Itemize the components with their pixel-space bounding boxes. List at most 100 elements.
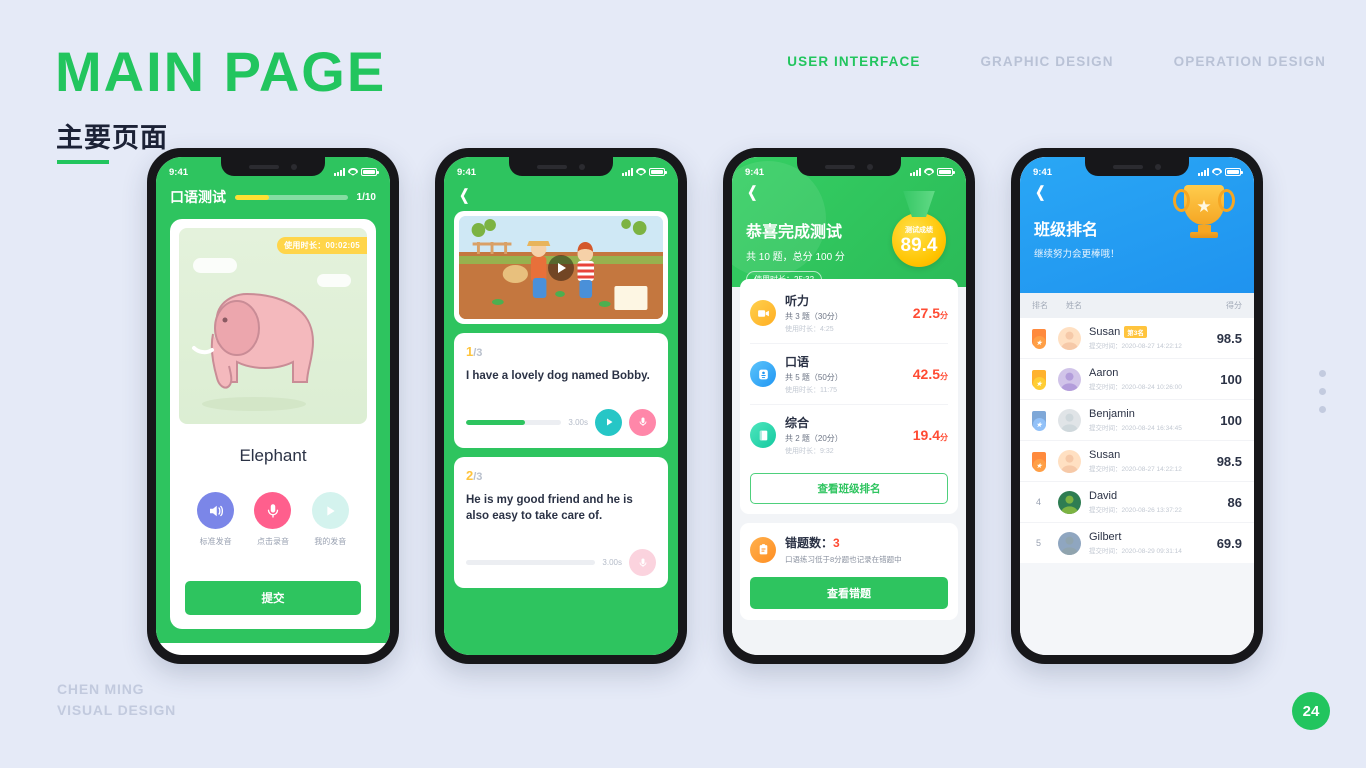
table-row[interactable]: ★ Susan 第3名 提交时间：2020-08-27 14:22:12 98.5 bbox=[1020, 318, 1254, 358]
dot-3[interactable] bbox=[1319, 406, 1326, 413]
wrong-note: 口语练习低于8分题也记录在错题中 bbox=[785, 555, 902, 564]
student-name: Susan 第3名 bbox=[1089, 326, 1217, 338]
medal-icon: ★ bbox=[1032, 452, 1046, 472]
play-icon[interactable] bbox=[311, 492, 349, 529]
progress-count: 1/10 bbox=[356, 191, 376, 203]
speaker-icon[interactable] bbox=[197, 492, 235, 529]
wifi-icon bbox=[924, 168, 934, 176]
submit-time: 提交时间：2020-08-24 16:34:45 bbox=[1089, 425, 1182, 432]
rank-cell: ★ bbox=[1032, 411, 1058, 431]
rank-number: 4 bbox=[1036, 497, 1042, 507]
status-time: 9:41 bbox=[457, 166, 477, 178]
dot-2[interactable] bbox=[1319, 388, 1326, 395]
table-row[interactable]: ★ Susan 提交时间：2020-08-27 14:22:12 98.5 bbox=[1020, 440, 1254, 481]
play-icon[interactable] bbox=[595, 408, 622, 436]
book-icon bbox=[750, 422, 776, 448]
nav-graphic-design[interactable]: GRAPHIC DESIGN bbox=[980, 54, 1113, 69]
chevron-left-icon[interactable]: ❮ bbox=[459, 186, 469, 204]
view-class-ranking-button[interactable]: 查看班级排名 bbox=[750, 473, 948, 504]
chevron-left-icon[interactable]: ❮ bbox=[1035, 183, 1045, 201]
back-button[interactable]: ❮ bbox=[454, 183, 668, 211]
score-medal: 测试成绩 89.4 bbox=[892, 191, 946, 267]
phone-notch bbox=[221, 157, 325, 176]
question-index: 2/3 bbox=[466, 467, 483, 483]
signal-icon bbox=[910, 168, 921, 176]
student-score: 100 bbox=[1220, 371, 1242, 387]
audio-progress-bar[interactable] bbox=[466, 419, 562, 425]
record-button[interactable]: 点击录音 bbox=[254, 492, 292, 547]
submit-button[interactable]: 提交 bbox=[185, 581, 361, 615]
avatar bbox=[1058, 408, 1081, 432]
speech-icon bbox=[750, 361, 776, 387]
screen-title: 口语测试 bbox=[170, 189, 226, 205]
section-name: 综合 bbox=[785, 416, 810, 430]
avatar bbox=[1058, 367, 1081, 391]
submit-time: 提交时间：2020-08-27 14:22:12 bbox=[1089, 343, 1182, 350]
section-score: 42.5分 bbox=[912, 366, 948, 382]
score-row-listening: 听力 共 3 题（30分） 使用时长：4:25 27.5分 bbox=[750, 283, 948, 343]
my-pronunciation-button[interactable]: 我的发音 bbox=[311, 492, 349, 547]
avatar bbox=[1058, 490, 1081, 514]
audio-progress-bar[interactable] bbox=[466, 560, 596, 566]
wrong-questions-card: 错题数：3 口语练习低于8分题也记录在错题中 查看错题 bbox=[740, 523, 958, 620]
view-wrong-questions-button[interactable]: 查看错题 bbox=[750, 577, 948, 609]
avatar bbox=[1058, 531, 1081, 555]
table-row[interactable]: 4 David 提交时间：2020-08-26 13:37:22 86 bbox=[1020, 481, 1254, 522]
trophy-icon: ★ bbox=[1173, 185, 1235, 238]
table-row[interactable]: ★ Benjamin 提交时间：2020-08-24 16:34:45 100 bbox=[1020, 399, 1254, 440]
ranking-list: ★ Susan 第3名 提交时间：2020-08-27 14:22:12 98.5 ★ Aa… bbox=[1020, 318, 1254, 563]
phone-notch bbox=[1085, 157, 1189, 176]
play-icon[interactable] bbox=[548, 254, 574, 281]
chevron-left-icon[interactable]: ❮ bbox=[747, 183, 757, 201]
score-row-speaking: 口语 共 5 题（50分） 使用时长：11:75 42.5分 bbox=[750, 343, 948, 404]
wifi-icon bbox=[636, 168, 646, 176]
dot-1[interactable] bbox=[1319, 370, 1326, 377]
slide-dots[interactable] bbox=[1319, 370, 1326, 413]
section-meta: 共 3 题（30分） bbox=[785, 312, 843, 321]
microphone-icon[interactable] bbox=[629, 408, 656, 436]
avatar bbox=[1058, 449, 1081, 473]
credit-role: VISUAL DESIGN bbox=[57, 702, 177, 719]
submit-time: 提交时间：2020-08-24 10:26:00 bbox=[1089, 384, 1182, 391]
wrong-count-label: 错题数：3 bbox=[785, 536, 840, 550]
section-meta: 共 2 题（20分） bbox=[785, 434, 843, 443]
microphone-icon[interactable] bbox=[629, 549, 656, 577]
student-name: Benjamin bbox=[1089, 408, 1135, 420]
table-row[interactable]: 5 Gilbert 提交时间：2020-08-29 09:31:14 69.9 bbox=[1020, 522, 1254, 563]
section-time: 使用时长：4:25 bbox=[785, 326, 834, 333]
nav-user-interface[interactable]: USER INTERFACE bbox=[787, 54, 920, 69]
ranking-subheading: 继续努力会更棒哦！ bbox=[1034, 249, 1120, 260]
audio-duration: 3.00s bbox=[602, 558, 622, 568]
standard-pronunciation-button[interactable]: 标准发音 bbox=[197, 492, 235, 547]
page-number-badge: 24 bbox=[1292, 692, 1330, 730]
phone-mockup-1: 9:41 口语测试 1/10 使用时长：00:02:05 Elephant 标准… bbox=[147, 148, 399, 664]
elephant-graphic bbox=[192, 292, 315, 411]
question-text: I have a lovely dog named Bobby. bbox=[466, 370, 650, 382]
question-card-2: 2/3 He is my good friend and he is also … bbox=[454, 456, 668, 589]
microphone-icon[interactable] bbox=[254, 492, 292, 529]
control-label: 我的发音 bbox=[314, 537, 347, 546]
table-row[interactable]: ★ Aaron 提交时间：2020-08-24 10:26:00 100 bbox=[1020, 358, 1254, 399]
rank-number: 5 bbox=[1036, 538, 1042, 548]
submit-time: 提交时间：2020-08-26 13:37:22 bbox=[1089, 507, 1182, 514]
signal-icon bbox=[1198, 168, 1209, 176]
wifi-icon bbox=[348, 168, 358, 176]
submit-time: 提交时间：2020-08-29 09:31:14 bbox=[1089, 548, 1182, 555]
elephant-illustration: 使用时长：00:02:05 bbox=[179, 228, 367, 424]
video-icon bbox=[750, 300, 776, 326]
section-score: 19.4分 bbox=[912, 427, 948, 443]
credit-name: CHEN MING bbox=[57, 680, 145, 697]
status-time: 9:41 bbox=[169, 166, 189, 178]
control-label: 点击录音 bbox=[256, 537, 289, 546]
phone-notch bbox=[797, 157, 901, 176]
progress-bar bbox=[235, 194, 348, 200]
battery-icon bbox=[1225, 168, 1243, 176]
video-card[interactable] bbox=[454, 211, 668, 324]
score-breakdown: 听力 共 3 题（30分） 使用时长：4:25 27.5分 口语 共 5 题（5… bbox=[740, 279, 958, 514]
nav-operation-design[interactable]: OPERATION DESIGN bbox=[1174, 54, 1326, 69]
student-score: 100 bbox=[1220, 412, 1242, 428]
clipboard-icon bbox=[750, 536, 776, 563]
pronunciation-controls: 标准发音 点击录音 我的发音 bbox=[179, 492, 367, 547]
garden-illustration bbox=[459, 216, 663, 319]
student-score: 98.5 bbox=[1216, 453, 1242, 469]
